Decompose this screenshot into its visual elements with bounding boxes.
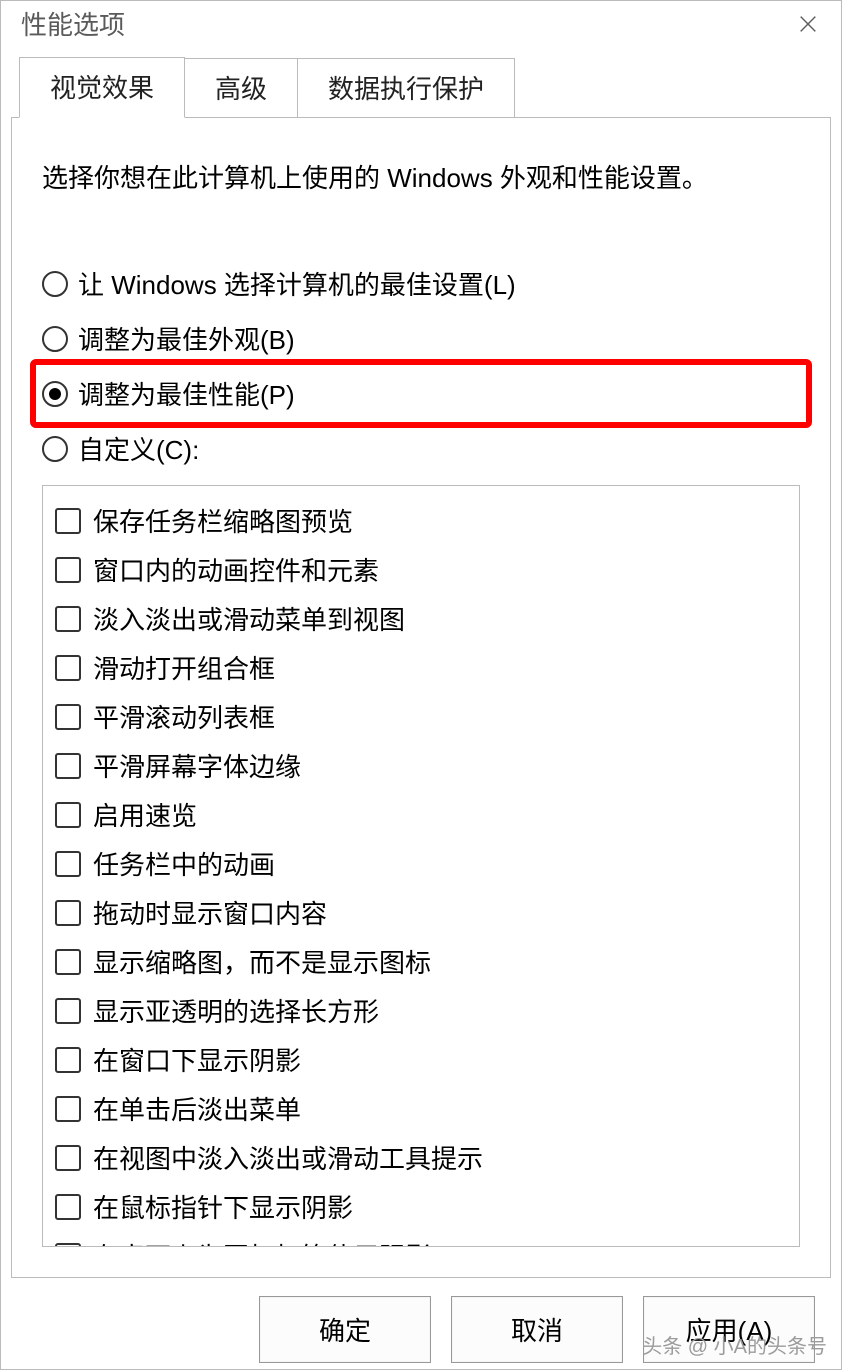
list-item-label: 显示缩略图，而不是显示图标 <box>93 943 431 980</box>
tab-bar: 视觉效果 高级 数据执行保护 <box>19 56 831 117</box>
list-item[interactable]: 在桌面上为图标标签使用阴影 <box>55 1231 787 1247</box>
radio-label: 自定义(C): <box>78 430 199 467</box>
radio-let-windows-choose[interactable]: 让 Windows 选择计算机的最佳设置(L) <box>42 265 800 302</box>
checkbox-icon <box>55 900 81 926</box>
list-item-label: 平滑屏幕字体边缘 <box>93 747 301 784</box>
list-item-label: 淡入淡出或滑动菜单到视图 <box>93 600 405 637</box>
list-item-label: 拖动时显示窗口内容 <box>93 894 327 931</box>
list-item[interactable]: 拖动时显示窗口内容 <box>55 888 787 937</box>
list-item[interactable]: 显示亚透明的选择长方形 <box>55 986 787 1035</box>
checkbox-icon <box>55 1243 81 1248</box>
radio-label: 调整为最佳性能(P) <box>78 375 295 412</box>
radio-best-appearance[interactable]: 调整为最佳外观(B) <box>42 320 800 357</box>
list-item-label: 在单击后淡出菜单 <box>93 1090 301 1127</box>
checkbox-icon <box>55 949 81 975</box>
checkbox-icon <box>55 802 81 828</box>
tab-panel-visual-effects: 选择你想在此计算机上使用的 Windows 外观和性能设置。 让 Windows… <box>11 117 831 1278</box>
list-item-label: 在视图中淡入淡出或滑动工具提示 <box>93 1139 483 1176</box>
list-item-label: 任务栏中的动画 <box>93 845 275 882</box>
checkbox-icon <box>55 704 81 730</box>
list-item[interactable]: 平滑屏幕字体边缘 <box>55 741 787 790</box>
dialog-body: 视觉效果 高级 数据执行保护 选择你想在此计算机上使用的 Windows 外观和… <box>1 46 841 1369</box>
tab-visual-effects[interactable]: 视觉效果 <box>19 57 185 118</box>
checkbox-icon <box>55 655 81 681</box>
radio-icon <box>42 381 68 407</box>
list-item[interactable]: 在单击后淡出菜单 <box>55 1084 787 1133</box>
list-item[interactable]: 保存任务栏缩略图预览 <box>55 496 787 545</box>
radio-icon <box>42 271 68 297</box>
tab-dep[interactable]: 数据执行保护 <box>297 58 515 118</box>
close-icon[interactable] <box>795 11 821 37</box>
checkbox-icon <box>55 1096 81 1122</box>
radio-group: 让 Windows 选择计算机的最佳设置(L) 调整为最佳外观(B) 调整为最佳… <box>42 265 800 467</box>
checkbox-icon <box>55 606 81 632</box>
visual-effects-list[interactable]: 保存任务栏缩略图预览 窗口内的动画控件和元素 淡入淡出或滑动菜单到视图 滑动打开… <box>42 485 800 1247</box>
list-item[interactable]: 淡入淡出或滑动菜单到视图 <box>55 594 787 643</box>
titlebar: 性能选项 <box>1 1 841 46</box>
list-item-label: 启用速览 <box>93 796 197 833</box>
list-item-label: 平滑滚动列表框 <box>93 698 275 735</box>
radio-label: 让 Windows 选择计算机的最佳设置(L) <box>78 265 516 302</box>
tab-advanced[interactable]: 高级 <box>184 58 298 118</box>
list-item-label: 在鼠标指针下显示阴影 <box>93 1188 353 1225</box>
checkbox-icon <box>55 557 81 583</box>
list-item[interactable]: 启用速览 <box>55 790 787 839</box>
radio-best-performance[interactable]: 调整为最佳性能(P) <box>30 359 812 428</box>
list-item[interactable]: 在鼠标指针下显示阴影 <box>55 1182 787 1231</box>
checkbox-icon <box>55 1145 81 1171</box>
list-item[interactable]: 窗口内的动画控件和元素 <box>55 545 787 594</box>
list-item-label: 在桌面上为图标标签使用阴影 <box>93 1237 431 1247</box>
radio-label: 调整为最佳外观(B) <box>78 320 295 357</box>
list-item-label: 滑动打开组合框 <box>93 649 275 686</box>
performance-options-dialog: 性能选项 视觉效果 高级 数据执行保护 选择你想在此计算机上使用的 Window… <box>0 0 842 1370</box>
list-item-label: 保存任务栏缩略图预览 <box>93 502 353 539</box>
checkbox-icon <box>55 508 81 534</box>
checkbox-icon <box>55 851 81 877</box>
watermark-text: 头条 @ 小A的头条号 <box>642 1330 827 1359</box>
cancel-button[interactable]: 取消 <box>451 1296 623 1363</box>
checkbox-icon <box>55 998 81 1024</box>
radio-icon <box>42 326 68 352</box>
window-title: 性能选项 <box>21 5 125 42</box>
list-item-label: 在窗口下显示阴影 <box>93 1041 301 1078</box>
checkbox-icon <box>55 753 81 779</box>
list-item[interactable]: 任务栏中的动画 <box>55 839 787 888</box>
list-item[interactable]: 在窗口下显示阴影 <box>55 1035 787 1084</box>
list-item[interactable]: 平滑滚动列表框 <box>55 692 787 741</box>
list-item[interactable]: 显示缩略图，而不是显示图标 <box>55 937 787 986</box>
list-item-label: 显示亚透明的选择长方形 <box>93 992 379 1029</box>
list-item[interactable]: 在视图中淡入淡出或滑动工具提示 <box>55 1133 787 1182</box>
list-item-label: 窗口内的动画控件和元素 <box>93 551 379 588</box>
checkbox-icon <box>55 1194 81 1220</box>
radio-custom[interactable]: 自定义(C): <box>42 430 800 467</box>
description-text: 选择你想在此计算机上使用的 Windows 外观和性能设置。 <box>42 158 800 195</box>
list-item[interactable]: 滑动打开组合框 <box>55 643 787 692</box>
radio-icon <box>42 436 68 462</box>
ok-button[interactable]: 确定 <box>259 1296 431 1363</box>
checkbox-icon <box>55 1047 81 1073</box>
